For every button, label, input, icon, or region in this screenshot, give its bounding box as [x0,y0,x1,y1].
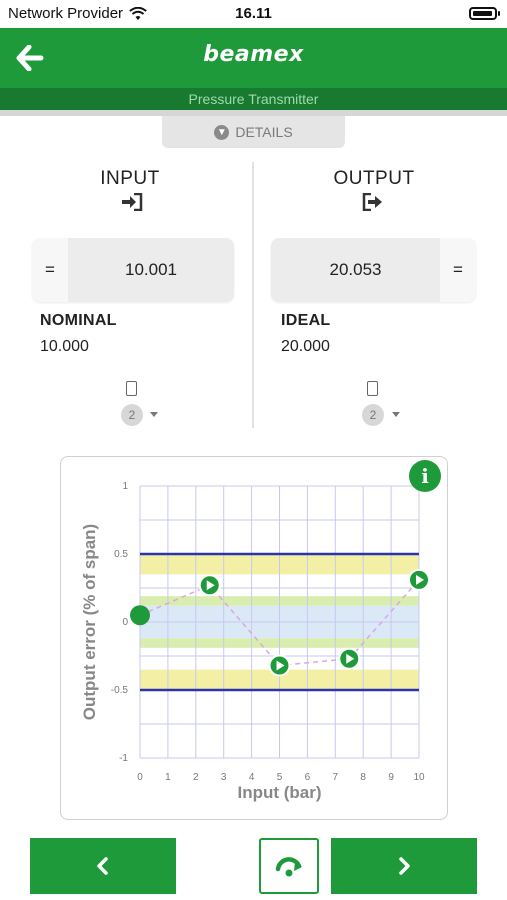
tablet-icon [126,381,137,396]
battery-icon [469,7,500,20]
caret-down-icon [150,412,158,417]
x-tick-label: 2 [193,772,199,783]
x-axis-label: Input (bar) [237,783,321,802]
status-bar: Network Provider 16.11 [0,0,507,28]
chevron-left-icon [97,857,108,875]
sign-out-icon [362,193,382,211]
error-chart: 0 1 2 3 4 5 6 7 8 9 10 1 0.5 0 -0.5 -1 Input (bar) Output… [80,481,430,802]
input-eq-symbol: = [32,238,68,302]
input-reading-field[interactable]: = 10.001 [32,238,234,302]
nominal-label: NOMINAL [40,312,117,329]
x-tick-label: 8 [360,772,366,783]
x-tick-label: 7 [333,772,339,783]
input-device-count: 2 [121,404,143,426]
next-button[interactable] [331,838,477,894]
previous-button[interactable] [30,838,176,894]
x-tick-label: 1 [165,772,171,783]
x-tick-label: 9 [388,772,394,783]
tablet-icon [367,381,378,396]
info-icon[interactable]: i [409,460,441,492]
output-value: 20.053 [329,260,382,279]
y-tick-label: -1 [119,753,128,764]
page-subtitle: Pressure Transmitter [0,88,507,110]
y-tick-label: 0 [122,617,128,628]
y-tick-label: 1 [122,481,128,492]
ideal-value: 20.000 [281,338,330,355]
x-tick-label: 4 [249,772,255,783]
y-tick-label: 0.5 [114,549,128,560]
ideal-label: IDEAL [281,312,331,329]
output-title: OUTPUT [333,168,415,189]
x-tick-label: 6 [305,772,311,783]
sign-in-icon [122,193,143,211]
input-value: 10.001 [125,260,177,279]
x-tick-label: 3 [221,772,227,783]
output-eq-symbol: = [440,238,476,302]
output-device-count: 2 [362,404,384,426]
redo-button[interactable] [259,838,319,894]
output-reading-field[interactable]: 20.053 = [271,238,476,302]
column-divider [252,162,254,428]
x-tick-label: 10 [413,772,425,783]
y-axis-label: Output error (% of span) [80,524,99,720]
input-title: INPUT [100,168,160,189]
clock: 16.11 [235,5,272,22]
caret-down-icon [392,412,400,417]
chevron-right-icon [399,857,410,875]
x-tick-label: 5 [277,772,283,783]
current-point-marker [130,605,150,626]
nominal-value: 10.000 [40,338,89,355]
details-toggle[interactable]: ▼ DETAILS [162,116,345,148]
chevron-down-circle-icon: ▼ [214,124,230,140]
x-tick-label: 0 [137,772,143,783]
brand-logo: beamex [203,42,304,67]
y-tick-label: -0.5 [111,685,129,696]
redo-icon [275,857,302,877]
details-label: DETAILS [235,124,293,140]
app-header: beamex [0,28,507,88]
